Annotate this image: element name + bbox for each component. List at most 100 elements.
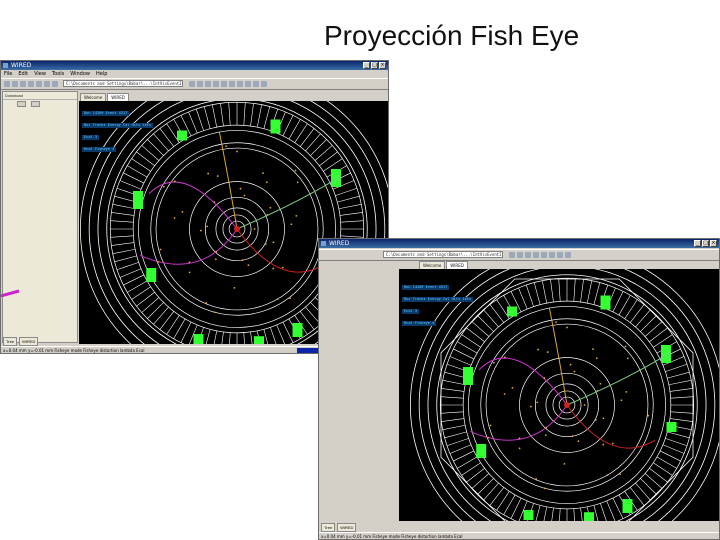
- open-icon[interactable]: [12, 81, 18, 87]
- tracker-hit: [511, 386, 514, 389]
- muon-hit: [254, 336, 264, 344]
- wired-window-front[interactable]: WIRED _ □ × C:\Documents and Settings\Ba…: [318, 238, 720, 540]
- tracker-hit: [545, 426, 548, 429]
- tracker-hit: [595, 357, 598, 360]
- calorimeter-cell: [270, 327, 277, 344]
- menu-tools[interactable]: Tools: [52, 70, 64, 78]
- menu-edit[interactable]: Edit: [18, 70, 28, 78]
- fisheye-icon[interactable]: [245, 81, 251, 87]
- fisheye-event-display[interactable]: [399, 269, 720, 521]
- window-titlebar[interactable]: WIRED _ □ ×: [1, 61, 388, 70]
- tracker-hit: [233, 287, 236, 289]
- calorimeter-cell: [543, 506, 548, 521]
- calorimeter-cell: [606, 500, 616, 521]
- tracker-hit: [207, 172, 210, 175]
- info-label: Run 14209 Event 4317: [402, 285, 450, 290]
- calorimeter-cell: [668, 379, 692, 386]
- print-icon[interactable]: [28, 81, 34, 87]
- cut-icon[interactable]: [36, 81, 42, 87]
- select-icon[interactable]: [541, 252, 547, 258]
- zoom-in-icon[interactable]: [205, 81, 211, 87]
- event-display-view[interactable]: Run 14209 Event 4317 Bsc Tracks Energy Ca…: [399, 269, 720, 521]
- calorimeter-cell: [229, 332, 231, 344]
- maximize-button[interactable]: □: [702, 240, 709, 247]
- window-title: WIRED: [11, 62, 32, 69]
- calorimeter-cell: [533, 282, 541, 305]
- calorimeter-cell: [243, 102, 246, 126]
- tab-tree[interactable]: Tree: [3, 337, 18, 346]
- calorimeter-cell: [110, 235, 134, 238]
- menu-file[interactable]: File: [4, 70, 12, 78]
- address-field[interactable]: C:\Documents and Settings\Babar\...\IntV…: [63, 80, 183, 87]
- tracker-hit: [596, 389, 599, 392]
- calorimeter-cell: [153, 306, 169, 325]
- address-field[interactable]: C:\Documents and Settings\Babar\...\IntV…: [383, 251, 503, 258]
- calorimeter-cell: [477, 478, 494, 495]
- select-icon[interactable]: [237, 81, 243, 87]
- menu-view[interactable]: View: [34, 70, 46, 78]
- tracker-hit: [571, 435, 574, 438]
- rotate-icon[interactable]: [525, 252, 531, 258]
- interaction-vertex: [234, 226, 240, 232]
- calorimeter-cell: [221, 331, 224, 344]
- calorimeter-cell: [335, 187, 358, 196]
- help-icon[interactable]: [261, 81, 267, 87]
- info-label: Run 14209 Event 4317: [82, 111, 130, 116]
- tab-wired-bottom[interactable]: WIRED: [337, 523, 357, 532]
- tracker-hit: [188, 271, 191, 274]
- help-icon[interactable]: [565, 252, 571, 258]
- projection-icon[interactable]: [253, 81, 259, 87]
- calorimeter-cell: [535, 505, 541, 521]
- pan-icon[interactable]: [533, 252, 539, 258]
- tracker-hit: [162, 185, 165, 188]
- redo-icon[interactable]: [197, 81, 203, 87]
- panel-button[interactable]: [17, 101, 26, 107]
- pan-icon[interactable]: [229, 81, 235, 87]
- calorimeter-cell: [340, 220, 364, 223]
- menu-help[interactable]: Help: [96, 70, 107, 78]
- minimize-button[interactable]: _: [363, 62, 370, 69]
- rotate-icon[interactable]: [221, 81, 227, 87]
- close-button[interactable]: ×: [710, 240, 717, 247]
- calorimeter-cell: [483, 482, 499, 501]
- calorimeter-cell: [263, 106, 271, 129]
- muon-hit: [193, 334, 204, 344]
- calorimeter-cell: [541, 280, 548, 304]
- new-icon[interactable]: [4, 81, 10, 87]
- zoom-out-icon[interactable]: [213, 81, 219, 87]
- tracker-hit: [489, 424, 492, 427]
- calorimeter-cell: [116, 262, 139, 271]
- menu-window[interactable]: Window: [70, 70, 90, 78]
- tab-tree[interactable]: Tree: [321, 523, 336, 532]
- calorimeter-cell: [220, 103, 224, 127]
- copy-icon[interactable]: [44, 81, 50, 87]
- projection-icon[interactable]: [557, 252, 563, 258]
- zoom-in-icon[interactable]: [509, 252, 515, 258]
- tracker-hit: [269, 206, 272, 209]
- muon-hit: [622, 499, 633, 513]
- calorimeter-cell: [580, 507, 583, 521]
- calorimeter-cell: [457, 456, 478, 469]
- tracker-hit: [503, 393, 506, 395]
- zoom-out-icon[interactable]: [517, 252, 523, 258]
- bottom-tabs: Tree WIRED: [3, 337, 39, 346]
- tracker-hit: [594, 419, 597, 421]
- fisheye-icon[interactable]: [549, 252, 555, 258]
- calorimeter-cell: [635, 482, 651, 501]
- panel-button[interactable]: [31, 101, 40, 107]
- paste-icon[interactable]: [52, 81, 58, 87]
- calorimeter-cell: [282, 115, 294, 137]
- calorimeter-cell: [551, 507, 554, 521]
- maximize-button[interactable]: □: [371, 62, 378, 69]
- tracker-hit: [243, 194, 246, 197]
- close-button[interactable]: ×: [379, 62, 386, 69]
- save-icon[interactable]: [20, 81, 26, 87]
- minimize-button[interactable]: _: [694, 240, 701, 247]
- tracker-hit: [626, 357, 629, 360]
- tracker-hit: [592, 348, 594, 351]
- calorimeter-cell: [573, 508, 575, 521]
- undo-icon[interactable]: [189, 81, 195, 87]
- window-titlebar[interactable]: WIRED _ □ ×: [319, 239, 719, 248]
- tab-wired-bottom[interactable]: WIRED: [19, 337, 39, 346]
- calorimeter-cell: [250, 103, 254, 127]
